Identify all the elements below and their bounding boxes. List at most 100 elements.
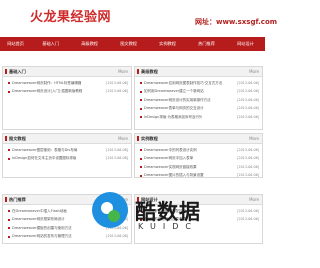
list-item-title[interactable]: InDesign如何在文本主页中设置图标排版 (12, 156, 76, 161)
list-item-date: [2013-06-06] (237, 147, 259, 152)
nav-item-basics[interactable]: 基础入门 (31, 37, 70, 51)
list-item-date: [2013-06-06] (106, 89, 128, 94)
nav-item-advanced[interactable]: 高级教程 (70, 37, 109, 51)
list-item-title[interactable]: Dreamweaver网页框架布局设计 (12, 217, 65, 222)
list-item[interactable]: Dreamweaver网页制作：HTML标签编辑器 [2013-06-06] (3, 79, 131, 88)
panel-title[interactable]: 图文教程 (9, 136, 26, 142)
more-link[interactable]: More (249, 197, 259, 202)
panel-header: 基础入门 More (3, 67, 131, 77)
bullet-icon (140, 174, 142, 177)
panel-title[interactable]: 高级教程 (141, 69, 158, 75)
list-item[interactable]: InDesign如何在文本主页中设置图标排版 [2013-06-06] (3, 155, 131, 164)
list-item[interactable]: Dreamweaver图片的插入与背景设置 [2013-06-06] (135, 172, 262, 181)
panel-header: 高级教程 More (135, 67, 262, 77)
panel-title[interactable]: 基础入门 (9, 69, 26, 75)
list-item-date: [2013-06-06] (237, 89, 259, 94)
list-item[interactable]: 如何用Dreamweaver建立一个新网站 [2013-06-06] (135, 88, 262, 97)
list-item[interactable]: Dreamweaver图层使用：表格与Div布局 [2013-06-06] (3, 146, 131, 155)
list-item[interactable]: InDesign排版·为表格添加序号及行列 [2013-06-06] (135, 113, 262, 122)
list-item-title[interactable]: Dreamweaver网页设计[入门]·插图新版教程 (12, 89, 82, 94)
bullet-icon (8, 218, 10, 221)
list-item-title[interactable]: Dreamweaver网页制作：HTML标签编辑器 (12, 81, 81, 86)
panel-advanced: 高级教程 More Dreamweaver应用网页图表制作技巧·交互式方法 [2… (134, 66, 263, 130)
list-item[interactable]: Dreamweaver表单与网页的交互设计 [2013-06-06] (135, 105, 262, 114)
list-item[interactable]: Dreamweaver中的列表设计实例 [2013-06-06] (135, 146, 262, 155)
site-url: 网址：www.sxsgf.com (195, 18, 278, 26)
list-item-title[interactable]: 在Dreamweaver中插入Flash动画 (12, 209, 67, 214)
list-item-title[interactable]: Dreamweaver中的列表设计实例 (144, 148, 197, 153)
list-item-title[interactable]: Dreamweaver网页设计的实用新操作方法 (144, 98, 211, 103)
list-item-date: [2013-06-06] (237, 208, 259, 213)
list-item-title[interactable]: Dreamweaver图片的插入与背景设置 (144, 173, 204, 178)
bullet-icon (8, 235, 10, 238)
list-item-title[interactable]: Dreamweaver图层使用：表格与Div布局 (12, 148, 77, 153)
list-item-date: [2013-06-06] (106, 156, 128, 161)
bullet-icon (140, 82, 142, 84)
list-item-date: [2013-06-06] (237, 173, 259, 178)
panel-header: 实例教程 More (135, 134, 262, 144)
list-item-date: [2013-06-06] (237, 97, 259, 102)
panel-marker (137, 69, 139, 74)
more-link[interactable]: More (118, 69, 128, 74)
list-item-title[interactable]: Dreamweaver模板的创建与使用方法 (12, 226, 72, 231)
list-item[interactable]: Dreamweaver应用网页图表制作技巧·交互式方法 [2013-06-06] (135, 79, 262, 88)
bullet-icon (140, 149, 142, 151)
panel-marker (5, 69, 7, 74)
more-link[interactable]: More (249, 69, 259, 74)
nav-item-design[interactable]: 网站设计 (226, 37, 265, 51)
site-title[interactable]: 火龙果经验网 (30, 6, 111, 25)
bullet-icon (8, 149, 10, 151)
nav-item-popular[interactable]: 热门推荐 (187, 37, 226, 51)
nav-item-graphic[interactable]: 图文教程 (109, 37, 148, 51)
more-link[interactable]: More (118, 136, 128, 141)
panel-title[interactable]: 热门推荐 (9, 197, 26, 203)
list-item-title[interactable]: Dreamweaver网站的发布与管理方法 (12, 234, 72, 239)
nav-item-examples[interactable]: 实例教程 (148, 37, 187, 51)
list-item[interactable]: Dreamweaver网页设计[入门]·插图新版教程 [2013-06-06] (3, 88, 131, 97)
bullet-icon (8, 82, 10, 84)
panel-examples: 实例教程 More Dreamweaver中的列表设计实例 [2013-06-0… (134, 133, 263, 178)
bullet-icon (140, 90, 142, 93)
list-item-date: [2013-06-06] (106, 234, 128, 239)
list-item-title[interactable]: Dreamweaver实现网页链接效果 (144, 165, 197, 170)
list-item-title[interactable]: Dreamweaver网页中加入表单 (144, 156, 193, 161)
list-item-date: [2013-06-06] (237, 164, 259, 169)
list-item-title[interactable]: Dreamweaver应用网页图表制作技巧·交互式方法 (144, 81, 222, 86)
bullet-icon (8, 227, 10, 230)
list-item-date: [2013-06-06] (237, 80, 259, 85)
list-item-date: [2013-06-06] (106, 80, 128, 85)
bullet-icon (140, 166, 142, 169)
list-item-date: [2013-06-06] (237, 106, 259, 111)
watermark-subtext: KUIDC (138, 222, 198, 231)
panel-basics: 基础入门 More Dreamweaver网页制作：HTML标签编辑器 [201… (2, 66, 132, 130)
list-item-title[interactable]: InDesign排版·为表格添加序号及行列 (144, 115, 202, 120)
more-link[interactable]: More (249, 136, 259, 141)
bullet-icon (140, 116, 142, 119)
nav-item-home[interactable]: 网站首页 (0, 37, 31, 51)
list-item[interactable]: Dreamweaver网站的发布与管理方法 [2013-06-06] (3, 233, 131, 242)
bullet-icon (8, 157, 10, 160)
panel-marker (5, 197, 7, 202)
list-item-date: [2013-06-06] (237, 156, 259, 161)
main-nav: 网站首页 基础入门 高级教程 图文教程 实例教程 热门推荐 网站设计 (0, 37, 265, 51)
panel-title[interactable]: 实例教程 (141, 136, 158, 142)
bullet-icon (8, 210, 10, 212)
bullet-icon (140, 99, 142, 102)
panel-marker (137, 136, 139, 141)
bullet-icon (140, 107, 142, 110)
list-item[interactable]: Dreamweaver网页中加入表单 [2013-06-06] (135, 155, 262, 164)
bullet-icon (8, 90, 10, 93)
list-item[interactable]: Dreamweaver实现网页链接效果 [2013-06-06] (135, 163, 262, 172)
panel-header: 图文教程 More (3, 134, 131, 144)
list-item-title[interactable]: Dreamweaver表单与网页的交互设计 (144, 106, 204, 111)
panel-marker (5, 136, 7, 141)
list-item-date: [2013-06-06] (237, 114, 259, 119)
list-item-title[interactable]: 如何用Dreamweaver建立一个新网站 (144, 89, 204, 94)
list-item-date: [2013-06-06] (106, 147, 128, 152)
watermark-logo-icon (92, 192, 128, 228)
panel-graphic: 图文教程 More Dreamweaver图层使用：表格与Div布局 [2013… (2, 133, 132, 178)
list-item-date: [2013-06-06] (237, 217, 259, 222)
site-header: 火龙果经验网 网址：www.sxsgf.com (0, 0, 277, 36)
bullet-icon (140, 157, 142, 160)
list-item[interactable]: Dreamweaver网页设计的实用新操作方法 [2013-06-06] (135, 96, 262, 105)
